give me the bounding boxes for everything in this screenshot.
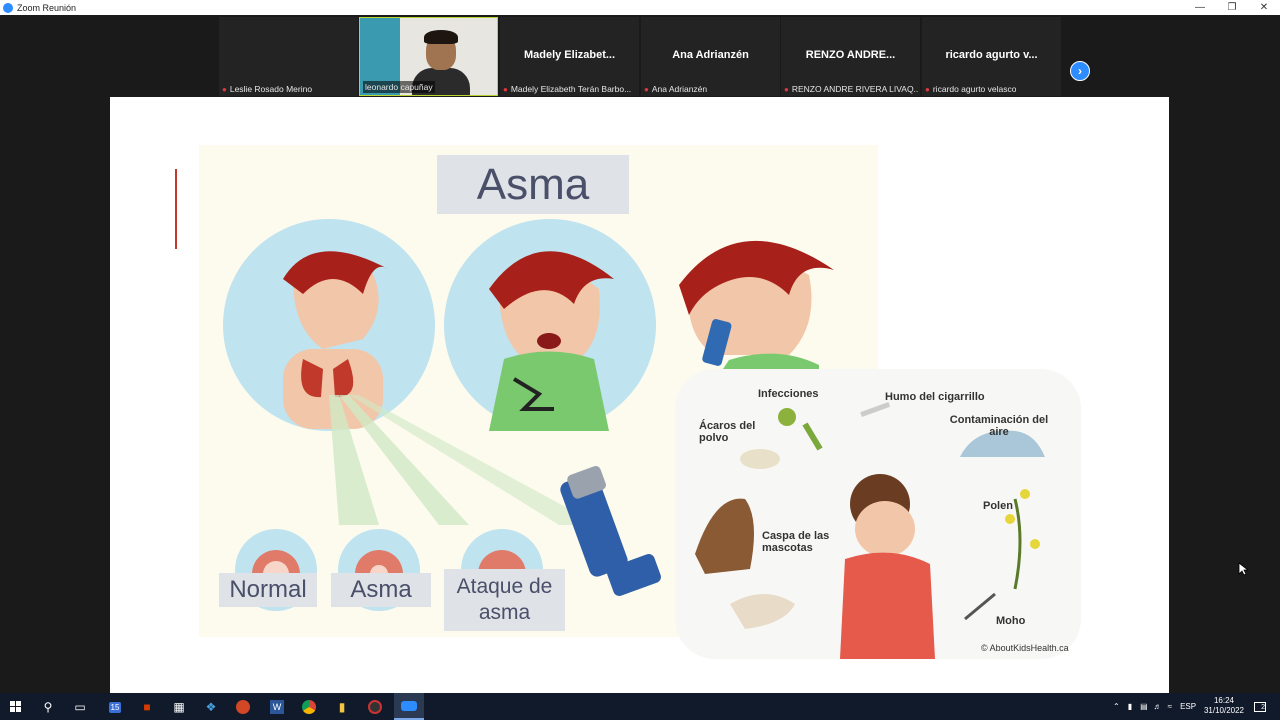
participant-tile-active-speaker[interactable]: leonardo capuñay <box>359 17 498 96</box>
window-controls: — ❐ ✕ <box>1184 0 1280 15</box>
zoom-taskbar-icon[interactable] <box>394 693 424 720</box>
taskbar-clock[interactable]: 16:24 31/10/2022 <box>1204 696 1244 716</box>
participant-tile[interactable]: RENZO ANDRE... ● RENZO ANDRE RIVERA LIVAQ… <box>781 17 920 96</box>
label-ataque-de-asma: Ataque de asma <box>444 569 565 631</box>
participant-tile[interactable]: Madely Elizabet... ● Madely Elizabeth Ter… <box>500 17 639 96</box>
system-tray: ⌃ ▮ ▤ ♬ ≈ ESP <box>1113 693 1196 720</box>
close-icon[interactable]: ✕ <box>1248 0 1280 15</box>
trigger-moho: Moho <box>996 615 1026 627</box>
next-participants-button[interactable]: › <box>1070 61 1090 81</box>
slide-title: Asma <box>437 155 629 214</box>
notification-count: 2 <box>1254 702 1266 712</box>
slide-accent-line <box>175 169 177 249</box>
zoom-logo-icon <box>3 2 13 13</box>
participant-label: leonardo capuñay <box>363 81 435 93</box>
video-person-hair <box>424 30 458 44</box>
participant-name: Leslie Rosado Merino <box>229 84 313 94</box>
participant-name: Ana Adrianzén <box>651 84 708 94</box>
clock-time: 16:24 <box>1213 696 1234 705</box>
participant-tile[interactable]: ● Leslie Rosado Merino <box>219 17 358 96</box>
mail-badge: 15 <box>108 701 122 713</box>
chevron-right-icon: › <box>1078 64 1082 78</box>
trigger-contaminacion: Contaminación del aire <box>949 414 1049 438</box>
file-explorer-icon[interactable]: ▮ <box>332 697 352 717</box>
window-titlebar: Zoom Reunión — ❐ ✕ <box>0 0 1280 15</box>
slide-copyright: © AboutKidsHealth.ca <box>981 643 1069 653</box>
trigger-infecciones: Infecciones <box>758 388 819 400</box>
notifications-icon[interactable]: 2 <box>1250 697 1270 717</box>
inhaler-boy-illustration <box>679 240 834 375</box>
participant-tile-name: Ana Adrianzén <box>672 49 749 61</box>
microphone-icon[interactable]: ▮ <box>1128 702 1132 711</box>
network-icon[interactable]: ▤ <box>1140 702 1148 711</box>
participant-name: ricardo agurto velasco <box>932 84 1017 94</box>
windows-start-icon[interactable] <box>6 697 26 717</box>
participant-tile[interactable]: Ana Adrianzén ● Ana Adrianzén <box>641 17 780 96</box>
restore-icon[interactable]: ❐ <box>1216 0 1248 15</box>
search-icon[interactable]: ⚲ <box>38 697 58 717</box>
minimize-icon[interactable]: — <box>1184 0 1216 15</box>
mic-muted-icon: ● <box>644 84 649 94</box>
chrome-icon[interactable] <box>299 697 319 717</box>
trigger-acaros: Ácaros del polvo <box>699 420 756 444</box>
clock-date: 31/10/2022 <box>1203 706 1244 715</box>
word-icon[interactable]: W <box>267 697 287 717</box>
participant-label: ● ricardo agurto velasco <box>925 84 1016 94</box>
participant-label: ● Leslie Rosado Merino <box>222 84 312 94</box>
inhaler-icon <box>560 465 661 596</box>
participant-tile[interactable]: ricardo agurto v... ● ricardo agurto vela… <box>922 17 1061 96</box>
label-asma: Asma <box>331 573 431 607</box>
wifi-icon[interactable]: ≈ <box>1168 702 1172 711</box>
participant-strip: ● Leslie Rosado Merino leonardo capuñay M… <box>0 15 1280 97</box>
participant-name: leonardo capuñay <box>365 82 433 92</box>
participant-label: ● Ana Adrianzén <box>644 84 707 94</box>
volume-icon[interactable]: ♬ <box>1154 702 1162 711</box>
mic-muted-icon: ● <box>784 84 789 94</box>
powerpoint-icon[interactable] <box>233 697 253 717</box>
mic-muted-icon: ● <box>222 84 227 94</box>
office-icon[interactable]: ■ <box>137 697 157 717</box>
store-icon[interactable]: ▦ <box>169 697 189 717</box>
trigger-caspa: Caspa de las mascotas <box>762 530 830 554</box>
participant-tile-name: RENZO ANDRE... <box>805 49 896 61</box>
trigger-humo: Humo del cigarrillo <box>885 391 985 403</box>
windows-taskbar: ⚲ ▭ 15 ■ ▦ ❖ W ▮ ⌃ ▮ ▤ ♬ ≈ ESP 16:24 31/… <box>0 693 1280 720</box>
participant-tile-name: ricardo agurto v... <box>945 49 1038 61</box>
label-normal: Normal <box>219 573 317 607</box>
mic-muted-icon: ● <box>925 84 930 94</box>
settings-app-icon[interactable]: ❖ <box>201 697 221 717</box>
participant-label: ● RENZO ANDRE RIVERA LIVAQ... <box>784 84 918 94</box>
task-view-icon[interactable]: ▭ <box>70 697 90 717</box>
shared-screen-slide: Asma Normal Asma Ataque de asma Infeccio… <box>110 97 1169 693</box>
participant-tile-name: Madely Elizabet... <box>523 49 616 61</box>
participant-label: ● Madely Elizabeth Terán Barbo... <box>503 84 631 94</box>
language-indicator[interactable]: ESP <box>1180 702 1196 711</box>
app-icon[interactable] <box>365 697 385 717</box>
mouse-cursor-icon <box>1238 562 1248 576</box>
mic-muted-icon: ● <box>503 84 508 94</box>
chevron-up-icon[interactable]: ⌃ <box>1113 702 1120 711</box>
participant-name: Madely Elizabeth Terán Barbo... <box>510 84 632 94</box>
mail-icon[interactable]: 15 <box>105 697 125 717</box>
window-title: Zoom Reunión <box>17 2 77 13</box>
trigger-polen: Polen <box>983 500 1013 512</box>
participant-name: RENZO ANDRE RIVERA LIVAQ... <box>791 84 918 94</box>
